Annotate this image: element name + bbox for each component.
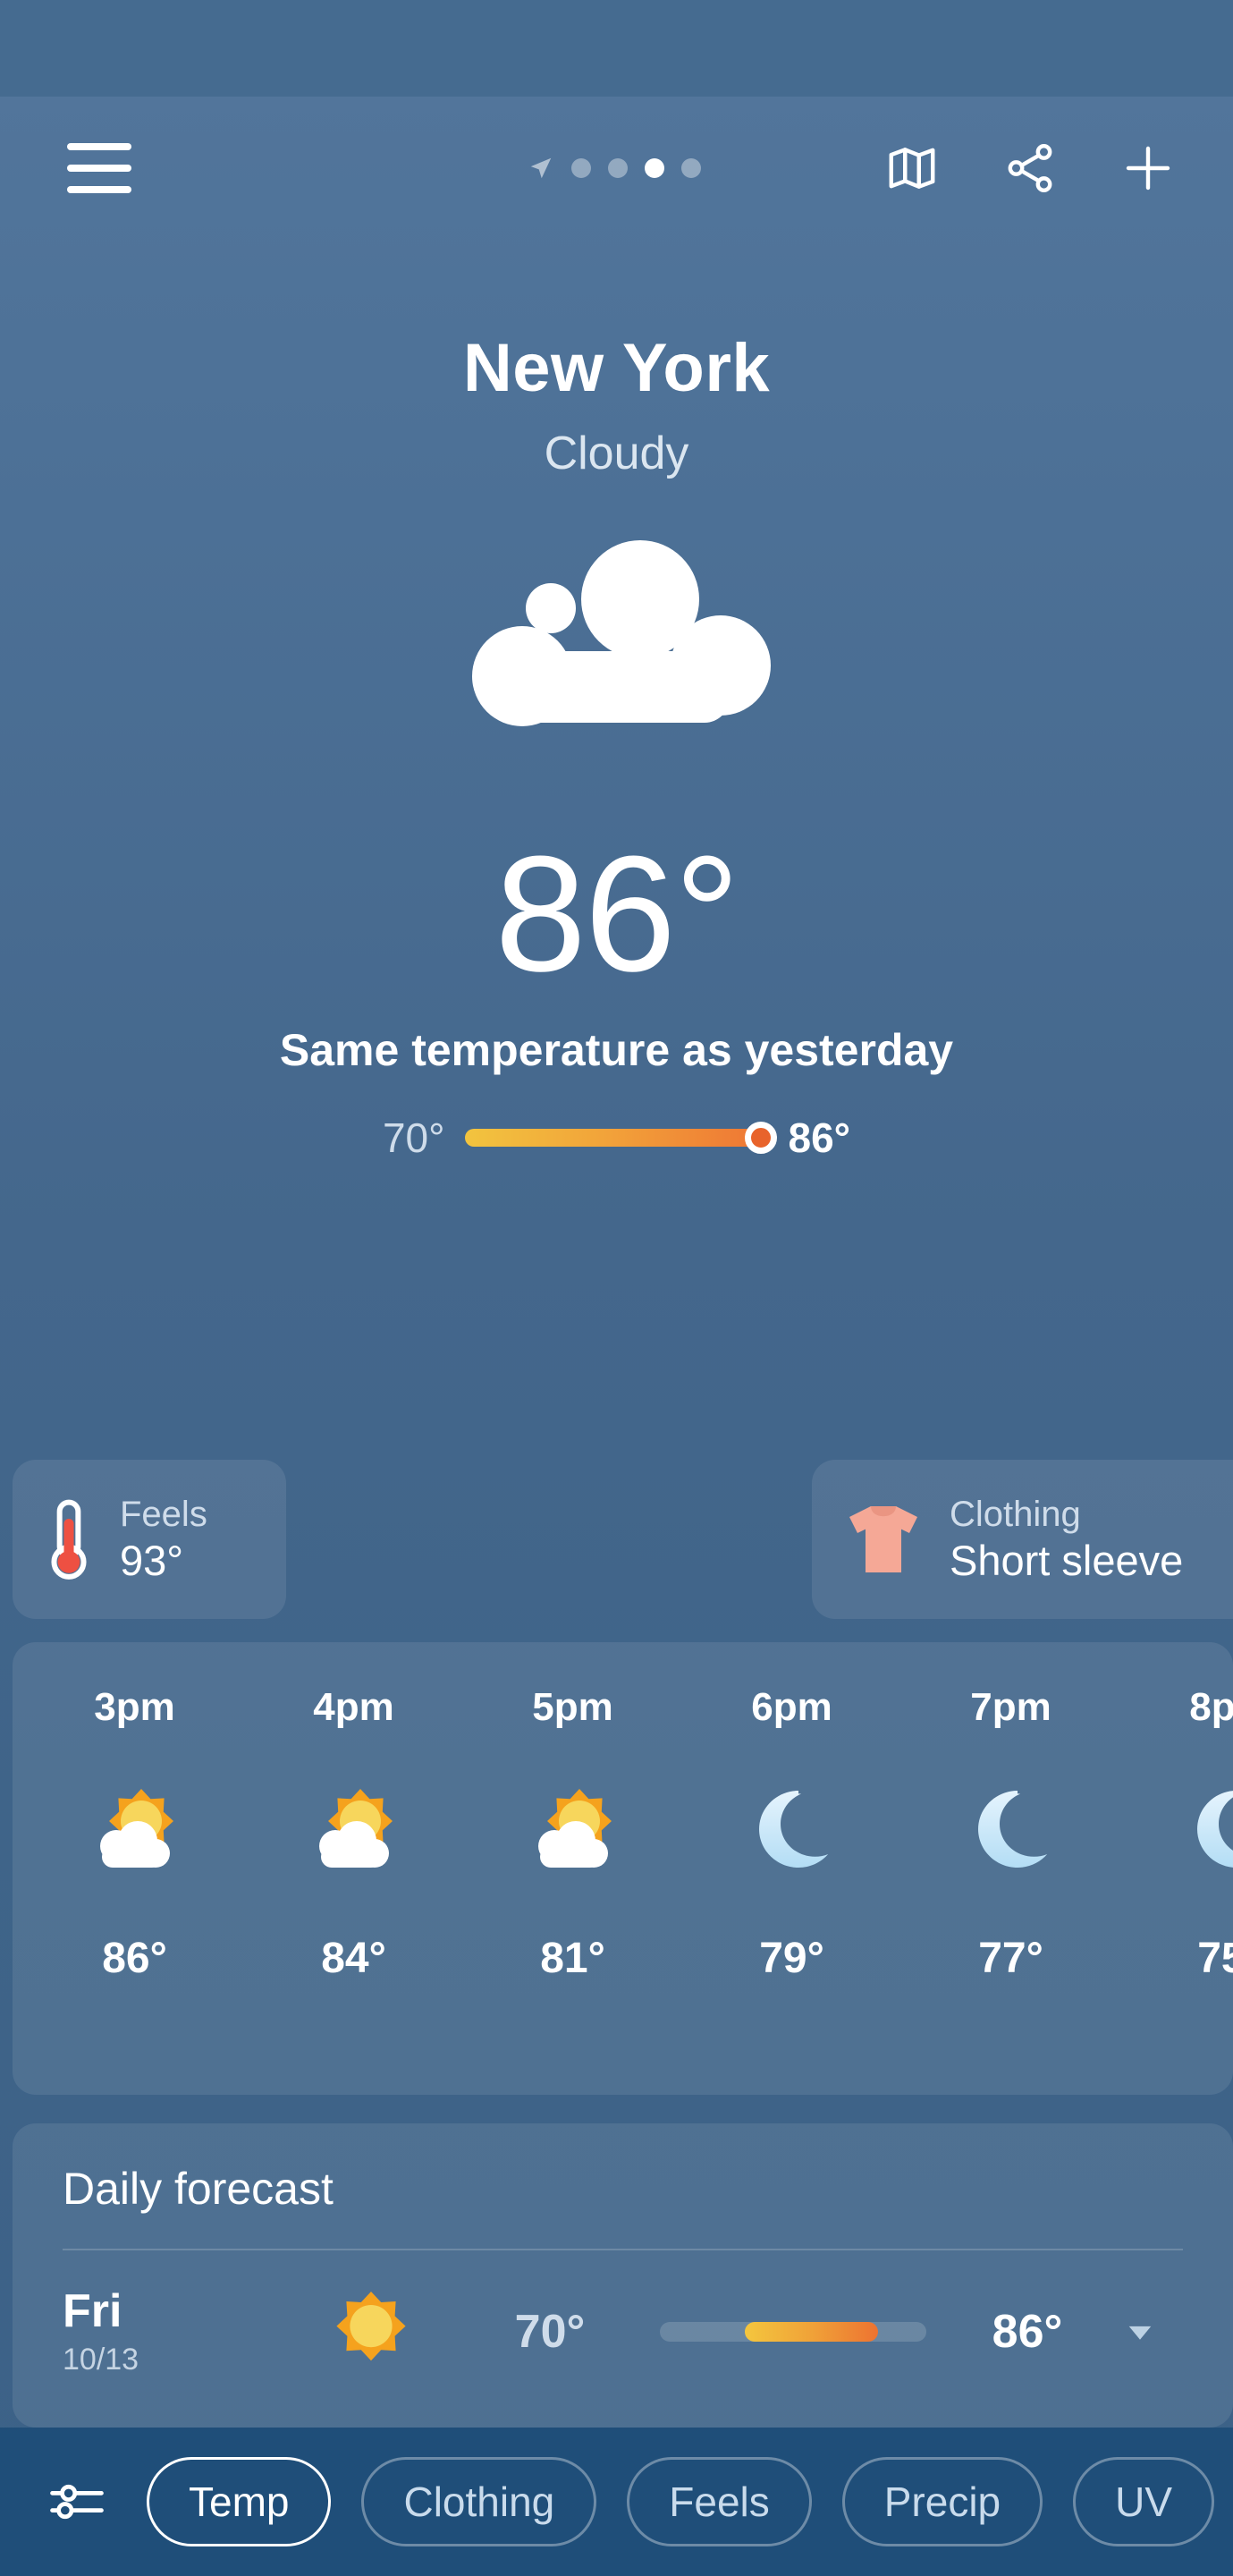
hourly-time: 4pm xyxy=(313,1685,394,1729)
metric-cards: Feels 93° Clothing Short sleeve xyxy=(0,1460,1233,1619)
page-title: New York xyxy=(462,330,771,406)
daily-day-date: 10/13 xyxy=(63,2343,139,2377)
weather-illustration xyxy=(0,536,1233,777)
hourly-item[interactable]: 4pm 84° xyxy=(244,1642,463,2095)
hourly-temp: 86° xyxy=(102,1935,167,1982)
page-indicator[interactable] xyxy=(528,155,701,182)
cloud-icon xyxy=(471,540,771,726)
weather-app-screen: New York Cloudy 86° Same temperature as … xyxy=(0,0,1233,2576)
hourly-forecast-card[interactable]: 3pm 86° 4pm 84° 5pm 81° 6pm 79° 7pm 77° … xyxy=(13,1642,1233,2095)
daily-forecast-row[interactable]: Fri 10/13 70° 86° xyxy=(63,2250,1183,2413)
app-bar xyxy=(0,97,1233,240)
daily-low-temp: 70° xyxy=(514,2306,586,2358)
temperature-comparison: Same temperature as yesterday xyxy=(279,1025,954,1075)
filter-pill-temp[interactable]: Temp xyxy=(147,2457,332,2546)
current-weather-hero: New York Cloudy 86° Same temperature as … xyxy=(0,240,1233,1162)
feels-like-value: 93° xyxy=(120,1536,184,1584)
clothing-value: Short sleeve xyxy=(950,1536,1184,1584)
range-current-knob xyxy=(744,1122,777,1154)
hourly-temp: 84° xyxy=(321,1935,386,1982)
daily-range-bar xyxy=(660,2322,926,2342)
menu-icon-line xyxy=(67,186,131,193)
page-dot[interactable] xyxy=(681,158,701,178)
status-bar xyxy=(0,0,1233,97)
daily-forecast-title: Daily forecast xyxy=(63,2164,334,2214)
feels-like-card[interactable]: Feels 93° xyxy=(13,1460,286,1619)
share-icon xyxy=(1008,144,1052,192)
menu-icon-line xyxy=(67,143,131,150)
daily-day-name: Fri xyxy=(63,2284,122,2337)
filter-pill-clothing[interactable]: Clothing xyxy=(361,2457,597,2546)
thermometer-icon xyxy=(51,1499,87,1580)
chevron-down-icon[interactable] xyxy=(1119,2313,1161,2351)
hourly-temp: 75° xyxy=(1197,1935,1233,1982)
menu-icon-line xyxy=(67,165,131,172)
hourly-item[interactable]: 8pm 75° xyxy=(1120,1642,1233,2095)
range-low-value: 70° xyxy=(382,1114,445,1161)
hourly-forecast-list[interactable]: 3pm 86° 4pm 84° 5pm 81° 6pm 79° 7pm 77° … xyxy=(13,1642,1233,2095)
daily-forecast-card: Daily forecast Fri 10/13 70° 86° xyxy=(13,2123,1233,2428)
moon-icon xyxy=(743,1771,841,1887)
current-temperature: 86° xyxy=(494,821,739,1005)
page-dot[interactable] xyxy=(571,158,591,178)
tshirt-icon xyxy=(849,1506,917,1572)
hourly-item[interactable]: 6pm 79° xyxy=(682,1642,901,2095)
sun-behind-cloud-icon xyxy=(80,1771,190,1887)
hourly-time: 8pm xyxy=(1189,1685,1233,1729)
menu-icon[interactable] xyxy=(67,143,131,193)
hourly-time: 6pm xyxy=(751,1685,832,1729)
temperature-range: 70° 86° xyxy=(0,1114,1233,1162)
share-button[interactable] xyxy=(1001,139,1060,198)
hourly-time: 5pm xyxy=(532,1685,613,1729)
daily-high-temp: 86° xyxy=(992,2306,1063,2358)
hourly-temp: 81° xyxy=(540,1935,605,1982)
bottom-filter-bar: Temp Clothing Feels Precip UV xyxy=(0,2428,1233,2576)
filter-pill-uv[interactable]: UV xyxy=(1073,2457,1215,2546)
hourly-item[interactable]: 3pm 86° xyxy=(25,1642,244,2095)
hourly-temp: 79° xyxy=(759,1935,824,1982)
feels-like-label: Feels xyxy=(120,1494,207,1534)
moon-icon xyxy=(962,1771,1060,1887)
daily-range-fill xyxy=(745,2322,879,2342)
clothing-card[interactable]: Clothing Short sleeve xyxy=(812,1460,1233,1619)
filter-pill-precip[interactable]: Precip xyxy=(841,2457,1043,2546)
app-bar-actions xyxy=(883,139,1178,198)
hourly-time: 3pm xyxy=(94,1685,175,1729)
moon-icon xyxy=(1181,1771,1233,1887)
hourly-temp: 77° xyxy=(978,1935,1043,1982)
map-button[interactable] xyxy=(883,139,942,198)
range-track xyxy=(464,1122,777,1154)
hourly-item[interactable]: 7pm 77° xyxy=(901,1642,1120,2095)
range-high-value: 86° xyxy=(788,1114,851,1161)
page-dot[interactable] xyxy=(608,158,628,178)
location-arrow-icon xyxy=(530,157,552,179)
condition-text: Cloudy xyxy=(544,428,689,479)
sun-behind-cloud-icon xyxy=(519,1771,628,1887)
daily-day-cell: Fri 10/13 xyxy=(63,2284,277,2377)
hourly-item[interactable]: 5pm 81° xyxy=(463,1642,682,2095)
hourly-time: 7pm xyxy=(970,1685,1051,1729)
sun-behind-cloud-icon xyxy=(300,1771,409,1887)
filter-pill-feels[interactable]: Feels xyxy=(627,2457,812,2546)
add-location-button[interactable] xyxy=(1119,139,1178,198)
clothing-label: Clothing xyxy=(950,1494,1081,1534)
plus-icon xyxy=(1126,146,1170,191)
map-icon xyxy=(889,148,935,189)
page-dot-active[interactable] xyxy=(645,158,664,178)
sliders-icon[interactable] xyxy=(45,2470,109,2534)
sun-icon xyxy=(277,2288,465,2376)
